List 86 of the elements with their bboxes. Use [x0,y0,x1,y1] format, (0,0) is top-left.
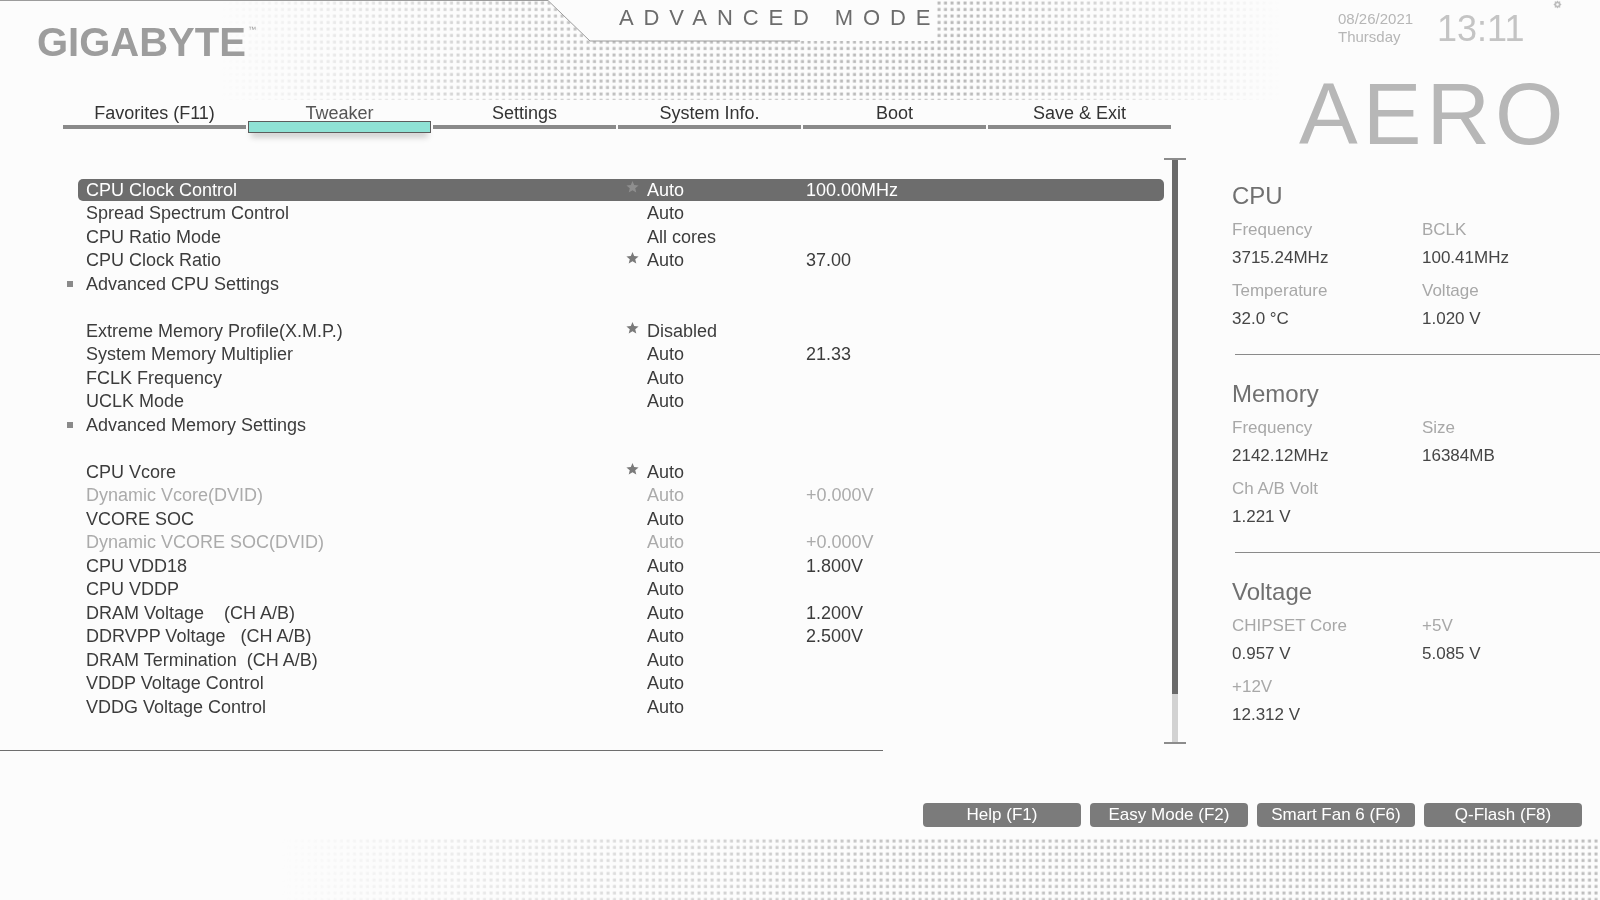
gear-icon [1553,0,1562,9]
setting-reading: 37.00 [806,249,852,272]
series-logo: AERO [1299,64,1569,163]
setting-label[interactable]: VDDG Voltage Control [86,695,626,718]
reading-value: 5.085 V [1422,644,1481,664]
setting-value[interactable]: Auto [647,578,806,601]
setting-label[interactable]: CPU Ratio Mode [86,225,626,248]
setting-value[interactable]: Auto [647,648,806,671]
setting-reading: +0.000V [806,484,874,507]
setting-reading: 21.33 [806,343,852,366]
setting-value[interactable]: Auto [647,202,806,225]
tab[interactable]: Tweaker [248,100,431,133]
reading-label: Frequency [1232,220,1313,240]
tab[interactable]: Favorites (F11) [63,100,246,129]
reading-value: 1.221 V [1232,507,1291,527]
shortcut-button[interactable]: Smart Fan 6 (F6) [1257,803,1415,827]
setting-value[interactable]: All cores [647,225,806,248]
reading-label: Frequency [1232,418,1313,438]
section-heading: Memory [1232,382,1320,406]
mode-title: ADVANCED MODE [619,5,941,30]
reading-label: +12V [1232,677,1273,697]
shortcut-button[interactable]: Help (F1) [923,803,1081,827]
clock-time: 13:11 [1437,9,1525,49]
setting-label[interactable]: Extreme Memory Profile(X.M.P.) [86,319,626,342]
setting-reading: 1.800V [806,554,864,577]
reading-label: CHIPSET Core [1232,616,1347,636]
reading-value: 32.0 °C [1232,309,1289,329]
setting-label[interactable]: DDRVPP Voltage (CH A/B) [86,625,626,648]
reading-label: Voltage [1422,281,1479,301]
section-heading: CPU [1232,184,1284,208]
reading-value: 3715.24MHz [1232,248,1329,268]
shortcut-button[interactable]: Q-Flash (F8) [1424,803,1582,827]
setting-value[interactable]: Auto [647,249,806,272]
submenu-link[interactable]: Advanced CPU Settings [86,272,626,295]
setting-label[interactable]: CPU VDD18 [86,554,626,577]
setting-value[interactable]: Auto [647,672,806,695]
tab[interactable]: System Info. [618,100,801,129]
setting-reading: +0.000V [806,531,874,554]
setting-label[interactable]: CPU Clock Control [86,178,626,201]
setting-reading: 100.00MHz [806,178,899,201]
tab[interactable]: Settings [433,100,616,129]
setting-value[interactable]: Auto [647,695,806,718]
reading-label: Temperature [1232,281,1328,301]
setting-label[interactable]: Spread Spectrum Control [86,202,626,225]
reading-value: 2142.12MHz [1232,446,1329,466]
reading-value: 16384MB [1422,446,1495,466]
date-text: 08/26/2021 [1338,10,1414,28]
setting-value[interactable]: Auto [647,343,806,366]
reading-value: 0.957 V [1232,644,1291,664]
submenu-link[interactable]: Advanced Memory Settings [86,413,626,436]
setting-label[interactable]: CPU VDDP [86,578,626,601]
reading-value: 12.312 V [1232,705,1301,725]
setting-label[interactable]: System Memory Multiplier [86,343,626,366]
setting-reading: 2.500V [806,625,864,648]
section-heading: Voltage [1232,580,1314,604]
setting-label[interactable]: VDDP Voltage Control [86,672,626,695]
setting-label[interactable]: CPU Clock Ratio [86,249,626,272]
setting-label[interactable]: DRAM Voltage (CH A/B) [86,601,626,624]
square-bullet-icon [67,280,73,287]
setting-value[interactable]: Auto [647,554,806,577]
setting-label[interactable]: DRAM Termination (CH A/B) [86,648,626,671]
setting-value[interactable]: Disabled [647,319,806,342]
setting-reading: 1.200V [806,601,864,624]
setting-value[interactable]: Auto [647,507,806,530]
reading-label: BCLK [1422,220,1467,240]
square-bullet-icon [67,421,73,428]
brand-logo: GIGABYTE$^{™}$ [37,20,256,64]
reading-label: Ch A/B Volt [1232,479,1318,499]
reading-label: +5V [1422,616,1453,636]
setting-value[interactable]: Auto [647,625,806,648]
setting-value[interactable]: Auto [647,178,806,201]
reading-value: 100.41MHz [1422,248,1509,268]
shortcut-button[interactable]: Easy Mode (F2) [1090,803,1248,827]
tab[interactable]: Boot [803,100,986,129]
reading-label: Size [1422,418,1456,438]
setting-label[interactable]: CPU Vcore [86,460,626,483]
setting-label[interactable]: FCLK Frequency [86,366,626,389]
setting-value[interactable]: Auto [647,390,806,413]
setting-label[interactable]: VCORE SOC [86,507,626,530]
setting-value[interactable]: Auto [647,366,806,389]
setting-value[interactable]: Auto [647,460,806,483]
weekday-text: Thursday [1338,28,1402,46]
setting-label[interactable]: UCLK Mode [86,390,626,413]
reading-value: 1.020 V [1422,309,1481,329]
tab[interactable]: Save & Exit [988,100,1171,129]
setting-value[interactable]: Auto [647,601,806,624]
